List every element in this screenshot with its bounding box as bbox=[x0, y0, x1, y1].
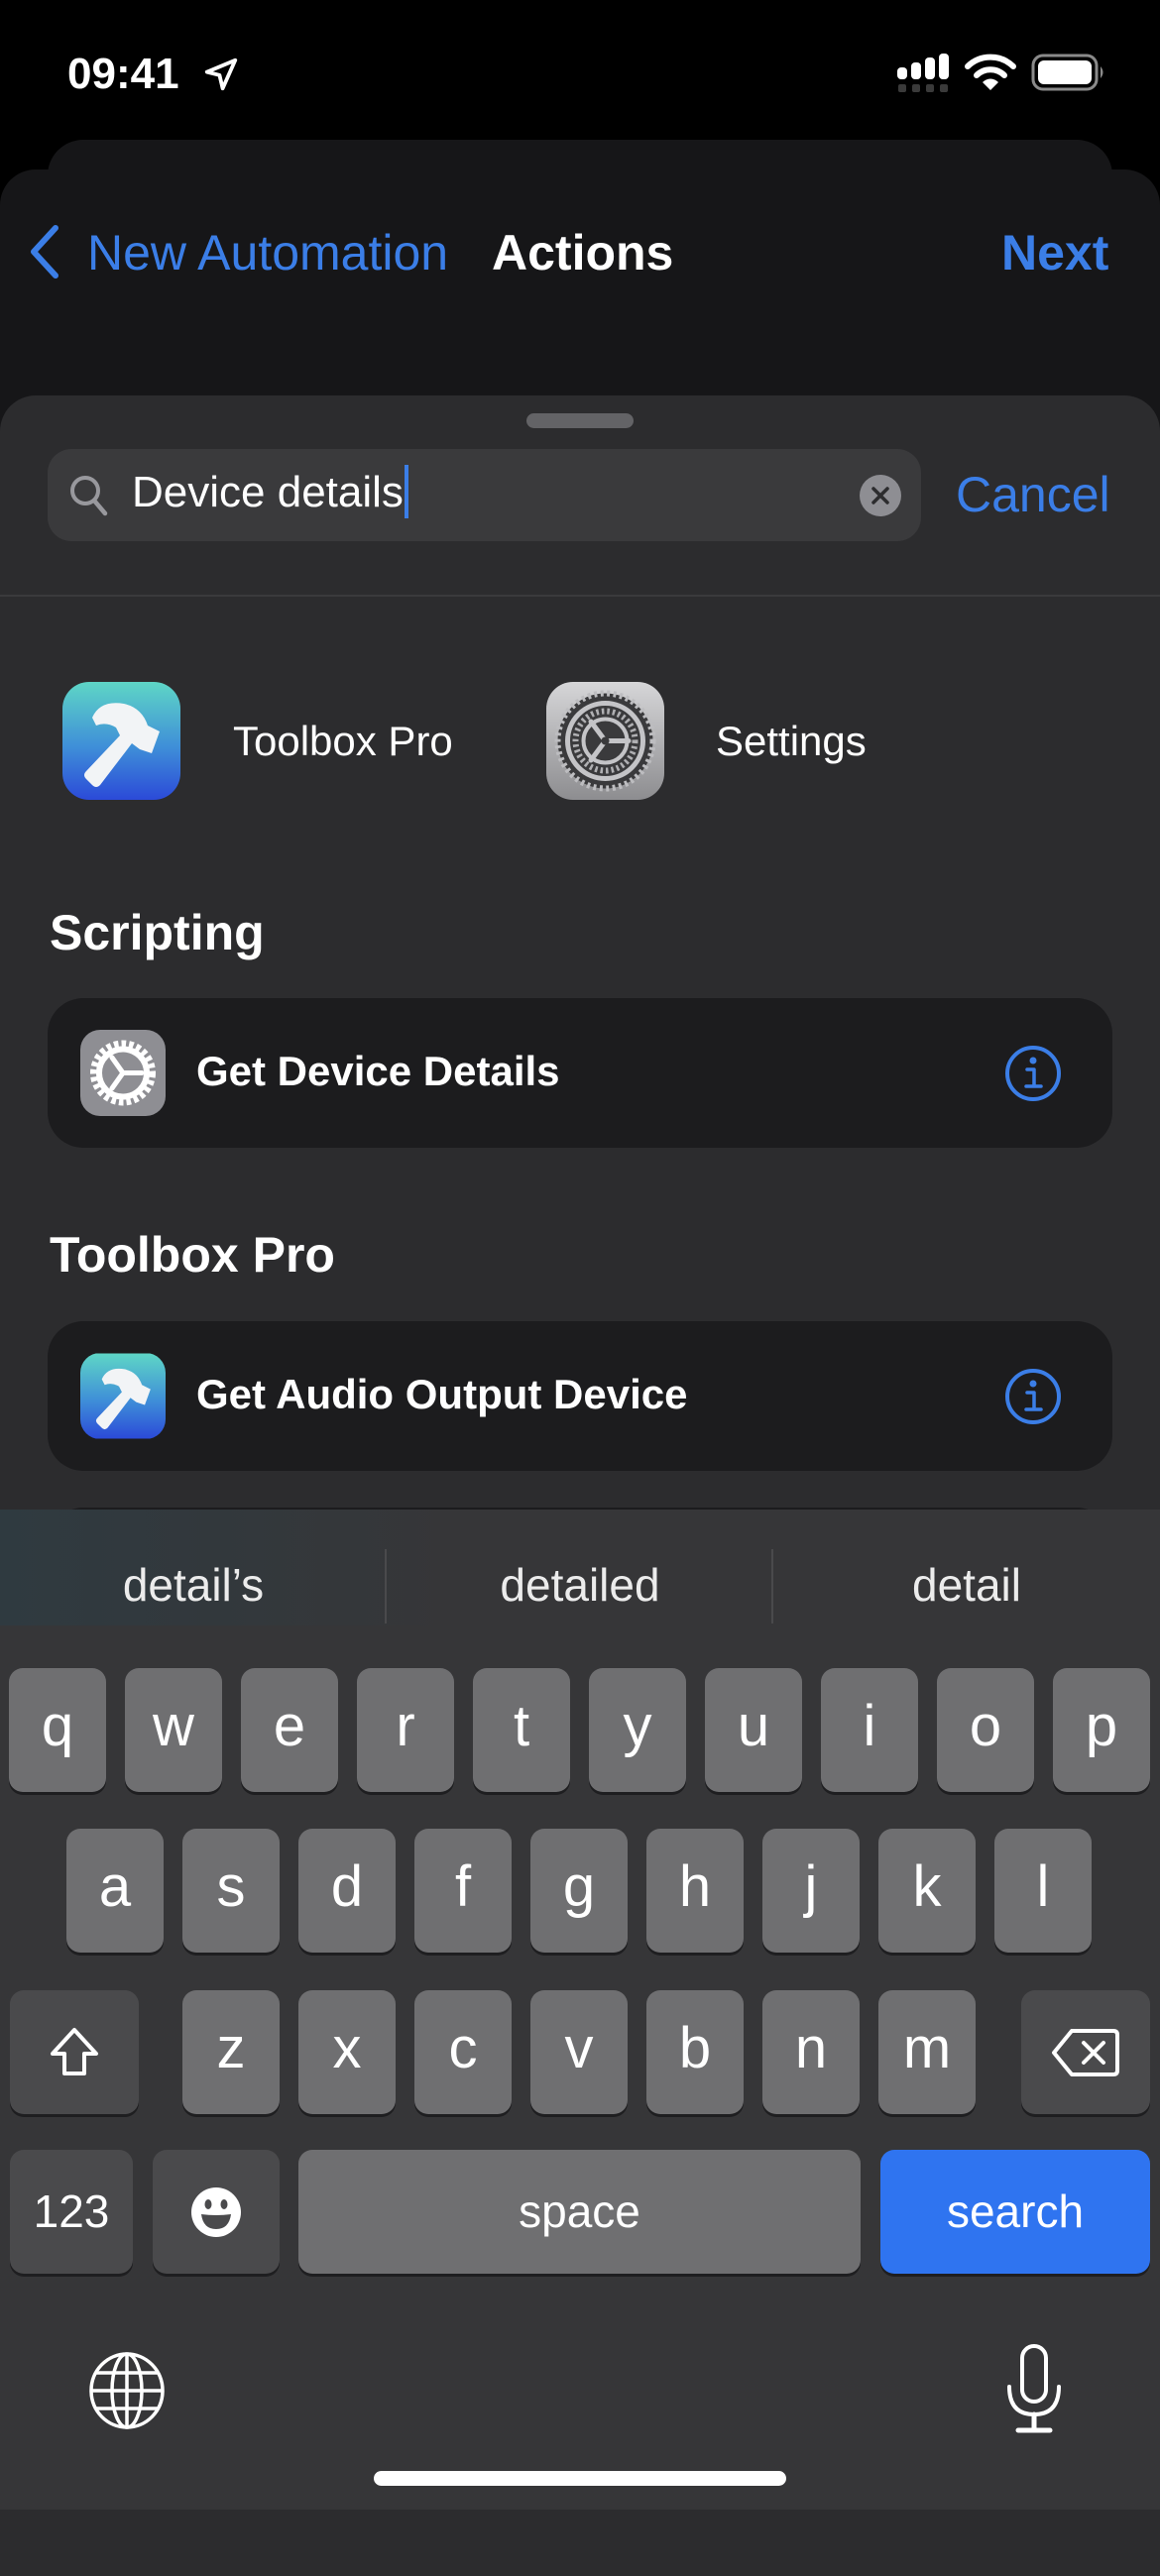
key-f[interactable]: f bbox=[414, 1829, 512, 1953]
sheet-grabber[interactable] bbox=[526, 413, 634, 428]
home-indicator bbox=[374, 2471, 786, 2486]
delete-icon bbox=[1052, 2028, 1119, 2076]
back-button[interactable]: New Automation bbox=[87, 224, 448, 281]
key-b[interactable]: b bbox=[646, 1990, 744, 2114]
key-j[interactable]: j bbox=[762, 1829, 860, 1953]
cancel-button[interactable]: Cancel bbox=[956, 466, 1110, 523]
key-k[interactable]: k bbox=[878, 1829, 976, 1953]
key-s[interactable]: s bbox=[182, 1829, 280, 1953]
search-input-value[interactable]: Device details bbox=[132, 465, 408, 521]
location-arrow-icon bbox=[204, 57, 238, 91]
key-y[interactable]: y bbox=[589, 1668, 686, 1792]
wifi-icon bbox=[965, 54, 1016, 90]
suggestion-2[interactable]: detailed bbox=[387, 1558, 773, 1612]
key-g[interactable]: g bbox=[530, 1829, 628, 1953]
info-icon[interactable] bbox=[1003, 1044, 1063, 1103]
key-t[interactable]: t bbox=[473, 1668, 570, 1792]
close-icon bbox=[871, 487, 889, 504]
key-p[interactable]: p bbox=[1053, 1668, 1150, 1792]
key-d[interactable]: d bbox=[298, 1829, 396, 1953]
delete-key[interactable] bbox=[1021, 1990, 1150, 2114]
key-e[interactable]: e bbox=[241, 1668, 338, 1792]
shift-icon bbox=[51, 2027, 98, 2075]
status-time: 09:41 bbox=[67, 50, 179, 98]
info-icon[interactable] bbox=[1003, 1367, 1063, 1426]
toolbox-pro-hammer-icon bbox=[80, 1353, 166, 1439]
text-cursor bbox=[404, 465, 408, 519]
action-label: Get Device Details bbox=[196, 1048, 560, 1094]
cellular-signal-icon bbox=[897, 54, 949, 92]
key-n[interactable]: n bbox=[762, 1990, 860, 2114]
key-x[interactable]: x bbox=[298, 1990, 396, 2114]
emoji-key[interactable] bbox=[153, 2150, 280, 2274]
key-u[interactable]: u bbox=[705, 1668, 802, 1792]
key-o[interactable]: o bbox=[937, 1668, 1034, 1792]
key-z[interactable]: z bbox=[182, 1990, 280, 2114]
page-title: Actions bbox=[492, 225, 674, 280]
battery-icon bbox=[1031, 54, 1103, 91]
next-button[interactable]: Next bbox=[1001, 224, 1108, 281]
key-r[interactable]: r bbox=[357, 1668, 454, 1792]
section-header-scripting: Scripting bbox=[50, 905, 265, 960]
key-h[interactable]: h bbox=[646, 1829, 744, 1953]
suggestion-1[interactable]: detail’s bbox=[0, 1558, 387, 1612]
clear-search-button[interactable] bbox=[860, 475, 901, 516]
shift-key[interactable] bbox=[10, 1990, 139, 2114]
emoji-icon bbox=[191, 2186, 241, 2237]
key-i[interactable]: i bbox=[821, 1668, 918, 1792]
settings-gear-icon bbox=[80, 1030, 166, 1116]
action-row-get-device-details[interactable]: Get Device Details bbox=[48, 998, 1112, 1148]
settings-app-icon[interactable] bbox=[546, 682, 664, 800]
key-m[interactable]: m bbox=[878, 1990, 976, 2114]
key-w[interactable]: w bbox=[125, 1668, 222, 1792]
search-icon bbox=[70, 476, 108, 516]
section-header-toolbox-pro: Toolbox Pro bbox=[50, 1227, 335, 1283]
toolbox-pro-app-icon[interactable] bbox=[62, 682, 180, 800]
key-v[interactable]: v bbox=[530, 1990, 628, 2114]
key-l[interactable]: l bbox=[994, 1829, 1092, 1953]
key-c[interactable]: c bbox=[414, 1990, 512, 2114]
action-row-get-audio-output-device[interactable]: Get Audio Output Device bbox=[48, 1321, 1112, 1471]
chevron-left-icon[interactable] bbox=[26, 222, 63, 281]
microphone-icon[interactable] bbox=[1004, 2343, 1064, 2436]
app-suggestion-label[interactable]: Settings bbox=[716, 718, 867, 765]
numbers-key[interactable]: 123 bbox=[10, 2150, 133, 2274]
globe-icon[interactable] bbox=[88, 2351, 166, 2430]
divider bbox=[0, 595, 1160, 597]
suggestion-3[interactable]: detail bbox=[773, 1558, 1160, 1612]
app-suggestion-label[interactable]: Toolbox Pro bbox=[233, 718, 453, 765]
key-a[interactable]: a bbox=[66, 1829, 164, 1953]
space-key[interactable]: space bbox=[298, 2150, 861, 2274]
action-label: Get Audio Output Device bbox=[196, 1371, 688, 1417]
key-q[interactable]: q bbox=[9, 1668, 106, 1792]
search-key[interactable]: search bbox=[880, 2150, 1150, 2274]
